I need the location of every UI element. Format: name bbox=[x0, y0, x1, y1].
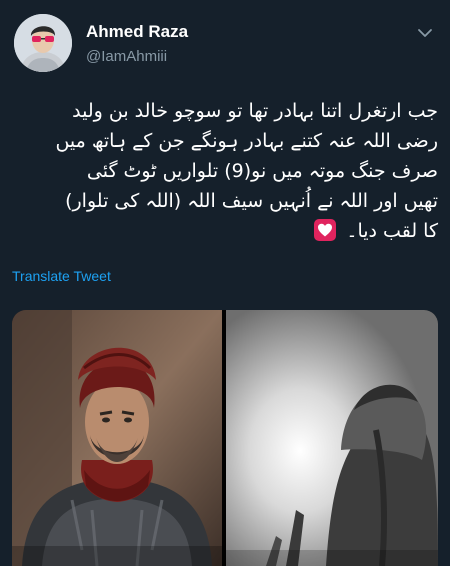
author-name[interactable]: Ahmed Raza bbox=[86, 22, 188, 42]
media-image-warrior[interactable] bbox=[12, 310, 222, 566]
chevron-down-icon[interactable] bbox=[416, 24, 434, 42]
tweet-line: کا لقب دیا۔ bbox=[346, 220, 438, 242]
tweet-line: رضی اللہ عنہ کتنے بہادر ہونگے جن کے ہاتھ… bbox=[55, 130, 438, 152]
tweet-media[interactable] bbox=[12, 310, 438, 566]
tweet-text: جب ارتغرل اتنا بہادر تھا تو سوچو خالد بن… bbox=[12, 96, 438, 246]
author-avatar[interactable] bbox=[14, 14, 72, 72]
author-handle[interactable]: @IamAhmiii bbox=[86, 48, 167, 65]
tweet-header: Ahmed Raza @IamAhmiii bbox=[0, 0, 450, 90]
white-heart-emoji-icon bbox=[314, 219, 337, 241]
tweet-line: تھیں اور اللہ نے اُنہیں سیف اللہ (اللہ ک… bbox=[65, 190, 438, 212]
media-image-horseman[interactable] bbox=[226, 310, 438, 566]
tweet-line-last: کا لقب دیا۔ bbox=[12, 216, 438, 246]
tweet-line: صرف جنگ موتہ میں نو(9) تلواریں ٹوٹ گئی bbox=[86, 160, 438, 182]
translate-tweet-link[interactable]: Translate Tweet bbox=[12, 268, 111, 284]
avatar-image bbox=[14, 14, 72, 72]
tweet-line: جب ارتغرل اتنا بہادر تھا تو سوچو خالد بن… bbox=[72, 100, 438, 122]
